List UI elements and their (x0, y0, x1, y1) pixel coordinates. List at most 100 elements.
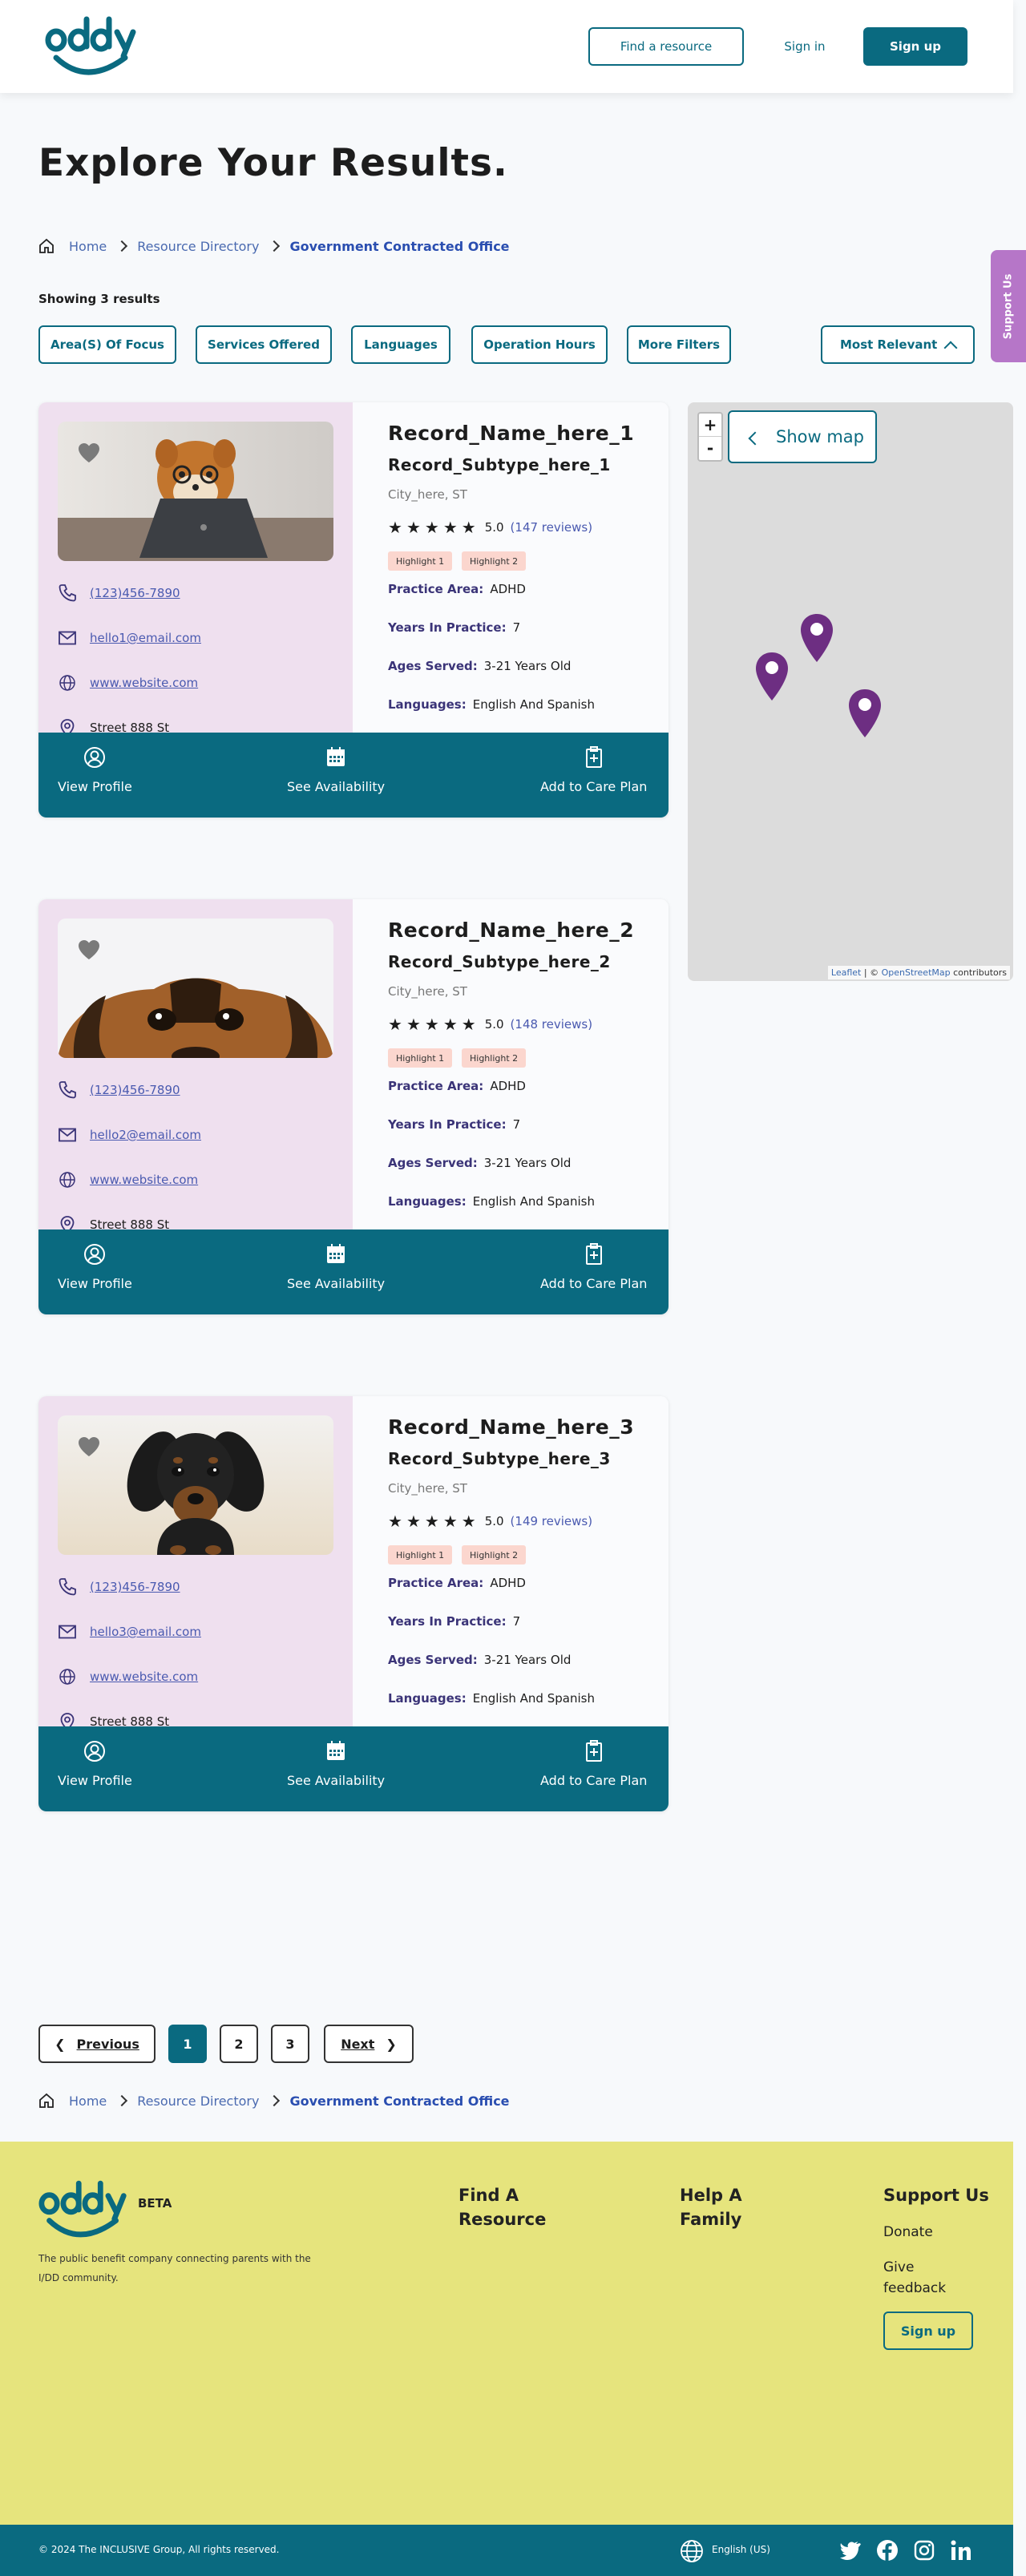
col-text: Help A (680, 2186, 742, 2205)
reviews-link[interactable]: (147 reviews) (511, 520, 593, 535)
website-link[interactable]: www.website.com (90, 1173, 198, 1187)
email-link[interactable]: hello1@email.com (90, 631, 201, 645)
phone-link[interactable]: (123)456-7890 (90, 586, 180, 600)
oddy-logo[interactable] (38, 2180, 130, 2239)
favorite-heart-icon[interactable] (77, 938, 101, 962)
reviews-link[interactable]: (148 reviews) (511, 1017, 593, 1032)
reviews-link[interactable]: (149 reviews) (511, 1514, 593, 1528)
footer-support-us-heading: Support Us (883, 2186, 989, 2205)
footer-find-resource-link[interactable]: Find A Resource (458, 2183, 546, 2231)
years-label: Years In Practice: (388, 1614, 507, 1629)
email-link[interactable]: hello2@email.com (90, 1128, 201, 1142)
view-profile-button[interactable]: View Profile (58, 1739, 132, 1788)
result-card: (123)456-7890 hello3@email.com www.websi… (38, 1396, 669, 1811)
add-to-care-plan-label: Add to Care Plan (540, 779, 648, 794)
site-header: Find a resource Sign in Sign up (0, 0, 1013, 93)
view-profile-button[interactable]: View Profile (58, 1242, 132, 1291)
breadcrumb-resource-directory[interactable]: Resource Directory (137, 239, 259, 254)
record-name[interactable]: Record_Name_here_3 (388, 1415, 634, 1439)
years-label: Years In Practice: (388, 620, 507, 635)
highlight-tag: Highlight 1 (388, 1545, 453, 1565)
map-pin-icon[interactable] (798, 612, 835, 664)
filter-operation-hours[interactable]: Operation Hours (471, 325, 608, 364)
rating-value: 5.0 (484, 1017, 504, 1032)
record-name[interactable]: Record_Name_here_2 (388, 919, 634, 942)
facebook-icon[interactable] (877, 2540, 898, 2561)
website-row: www.website.com (58, 673, 198, 692)
oddy-logo[interactable] (45, 16, 139, 77)
zoom-control: + - (697, 412, 723, 462)
tagline-line-1: The public benefit company connecting pa… (38, 2253, 311, 2264)
home-icon[interactable] (38, 238, 55, 254)
footer-help-family-link[interactable]: Help A Family (680, 2183, 742, 2231)
instagram-icon[interactable] (914, 2540, 935, 2561)
star-icon: ★ (461, 1015, 476, 1034)
filter-services-offered[interactable]: Services Offered (196, 325, 332, 364)
see-availability-button[interactable]: See Availability (287, 745, 385, 794)
see-availability-button[interactable]: See Availability (287, 1739, 385, 1788)
filter-languages[interactable]: Languages (351, 325, 450, 364)
phone-link[interactable]: (123)456-7890 (90, 1083, 180, 1097)
map-pin-icon[interactable] (846, 688, 883, 739)
leaflet-link[interactable]: Leaflet (831, 967, 861, 978)
sign-up-button[interactable]: Sign up (863, 27, 967, 66)
favorite-heart-icon[interactable] (77, 441, 101, 465)
breadcrumb-home[interactable]: Home (69, 239, 107, 254)
filter-area-of-focus[interactable]: Area(S) Of Focus (38, 325, 176, 364)
practice-area: Practice Area: ADHD (388, 1576, 526, 1590)
breadcrumb-home[interactable]: Home (69, 2094, 107, 2109)
phone-link[interactable]: (123)456-7890 (90, 1580, 180, 1594)
linkedin-icon[interactable] (951, 2540, 971, 2561)
website-link[interactable]: www.website.com (90, 676, 198, 690)
star-icon: ★ (388, 518, 402, 537)
add-to-care-plan-button[interactable]: Add to Care Plan (540, 745, 647, 794)
globe-icon[interactable] (680, 2539, 704, 2563)
support-us-tab[interactable]: Support Us (991, 250, 1026, 362)
map-pin-icon[interactable] (753, 651, 790, 702)
view-profile-button[interactable]: View Profile (58, 745, 132, 794)
years-in-practice: Years In Practice: 7 (388, 620, 520, 635)
show-map-button[interactable]: Show map (728, 410, 877, 463)
osm-link[interactable]: OpenStreetMap (882, 967, 951, 978)
add-to-care-plan-button[interactable]: Add to Care Plan (540, 1739, 647, 1788)
practice-area: Practice Area: ADHD (388, 582, 526, 596)
map-attribution: Leaflet | © OpenStreetMap contributors (827, 966, 1010, 979)
previous-page-button[interactable]: ❮ Previous (38, 2025, 156, 2063)
show-map-label: Show map (776, 427, 864, 446)
star-icon: ★ (388, 1512, 402, 1531)
email-link[interactable]: hello3@email.com (90, 1625, 201, 1639)
calendar-icon (327, 1244, 345, 1263)
footer-donate-link[interactable]: Donate (883, 2222, 933, 2243)
results-map[interactable]: + - Show map Leaflet | © OpenStreetMap c… (688, 402, 1013, 981)
filter-more-filters[interactable]: More Filters (627, 325, 731, 364)
record-name[interactable]: Record_Name_here_1 (388, 422, 634, 445)
next-label: Next (341, 2036, 375, 2052)
see-availability-button[interactable]: See Availability (287, 1242, 385, 1291)
page-2-button[interactable]: 2 (220, 2025, 258, 2063)
footer-give-feedback-link[interactable]: Give feedback (883, 2257, 946, 2299)
favorite-heart-icon[interactable] (77, 1435, 101, 1459)
sort-dropdown[interactable]: Most Relevant (821, 325, 975, 364)
add-to-plan-icon (585, 1740, 602, 1762)
add-to-care-plan-button[interactable]: Add to Care Plan (540, 1242, 647, 1291)
next-page-button[interactable]: Next ❯ (324, 2025, 414, 2063)
star-icon: ★ (461, 1512, 476, 1531)
footer-sign-up-button[interactable]: Sign up (883, 2312, 973, 2350)
find-resource-button[interactable]: Find a resource (588, 27, 744, 66)
sign-in-link[interactable]: Sign in (770, 27, 840, 66)
website-link[interactable]: www.website.com (90, 1670, 198, 1684)
breadcrumb-current: Government Contracted Office (289, 2093, 510, 2109)
breadcrumb-resource-directory[interactable]: Resource Directory (137, 2094, 259, 2109)
page-1-button[interactable]: 1 (168, 2025, 207, 2063)
star-icon: ★ (424, 1015, 439, 1034)
languages-value: English And Spanish (472, 1691, 595, 1706)
home-icon[interactable] (38, 2093, 55, 2109)
email-icon (59, 631, 76, 645)
zoom-in-button[interactable]: + (699, 414, 721, 437)
zoom-out-button[interactable]: - (699, 437, 721, 460)
twitter-icon[interactable] (840, 2541, 861, 2560)
page-3-button[interactable]: 3 (271, 2025, 309, 2063)
card-actions: View Profile See Availability Add to Car… (38, 733, 669, 818)
language-selector[interactable]: English (US) (712, 2544, 770, 2555)
languages-label: Languages: (388, 1691, 467, 1706)
